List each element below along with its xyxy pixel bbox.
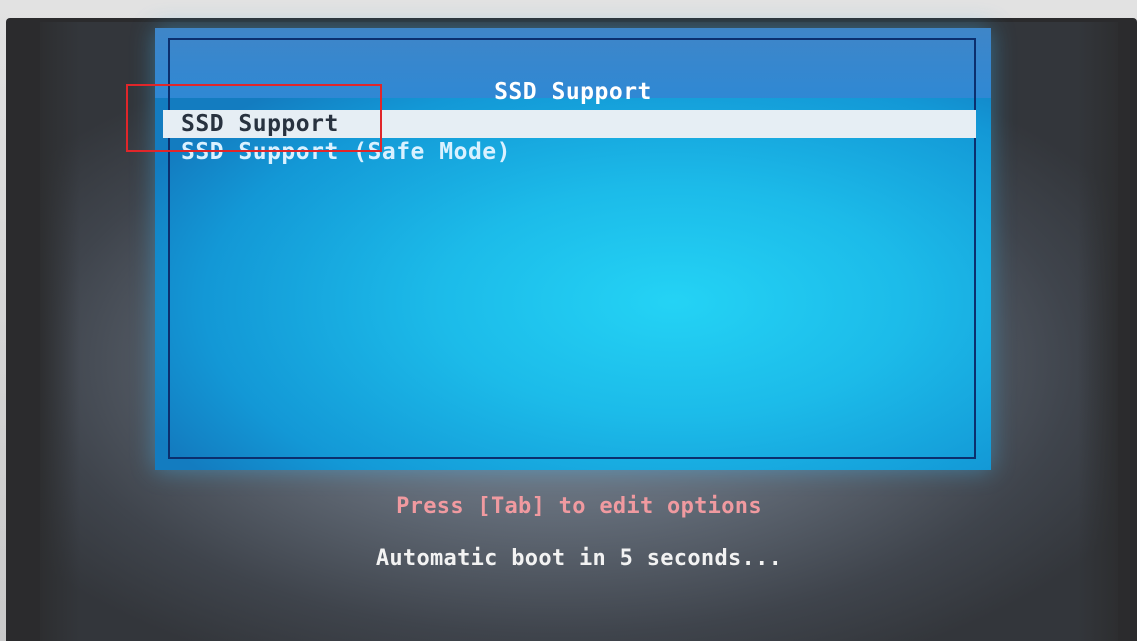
red-highlight-annotation [126,84,382,152]
edit-options-hint: Press [Tab] to edit options [396,494,762,519]
auto-boot-countdown: Automatic boot in 5 seconds... [375,546,783,571]
